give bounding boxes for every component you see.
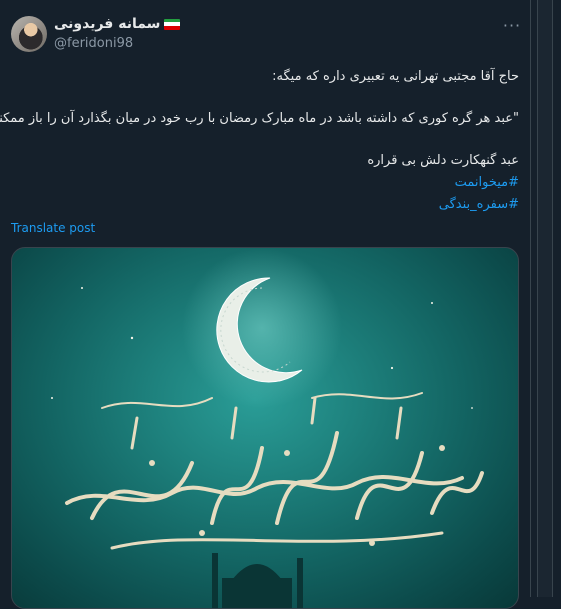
tweet-article[interactable]: سمانه فریدونی @feridoni98 ··· حاج آقا مج… <box>0 0 531 609</box>
author-name-row[interactable]: سمانه فریدونی <box>54 14 181 34</box>
moon-glow <box>182 248 342 408</box>
iran-flag-icon <box>164 18 181 30</box>
ramadan-artwork <box>51 248 484 608</box>
hashtag-link[interactable]: #میخوانمت <box>11 172 519 194</box>
hashtag-link[interactable]: #سفره_بندگی <box>11 194 519 216</box>
tweet-line-2: "عبد هر گره کوری که داشته باشد در ماه مب… <box>0 111 519 126</box>
scrollbar[interactable] <box>531 0 561 597</box>
author-handle[interactable]: @feridoni98 <box>54 36 133 51</box>
mosque-silhouette <box>212 553 303 608</box>
calligraphy-art <box>65 392 484 550</box>
avatar[interactable] <box>11 16 47 52</box>
tweet-line-1: حاج آقا مجتبی تهرانی یه تعبیری داره که م… <box>272 69 519 84</box>
scrollbar-thumb[interactable] <box>537 0 553 597</box>
more-options-icon[interactable]: ··· <box>503 16 521 35</box>
translate-post-link[interactable]: Translate post <box>11 221 95 235</box>
tweet-text: حاج آقا مجتبی تهرانی یه تعبیری داره که م… <box>0 66 519 216</box>
tweet-media-image[interactable] <box>11 247 519 609</box>
tweet-line-3: عبد گنهکارت دلش بی قراره <box>367 153 519 168</box>
calligraphy-dots <box>149 445 445 546</box>
author-display-name[interactable]: سمانه فریدونی <box>54 16 160 32</box>
